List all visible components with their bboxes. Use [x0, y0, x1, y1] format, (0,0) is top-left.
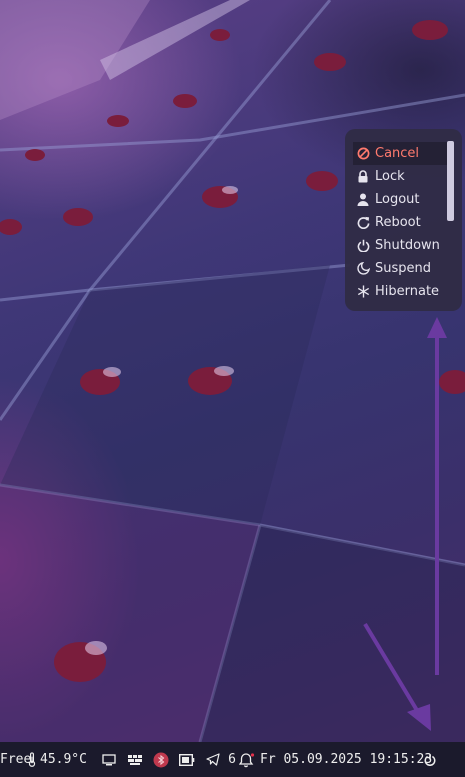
memory-free-label: Free: [0, 752, 32, 767]
power-menu: Cancel Lock Logout Reboot Shutdown Suspe…: [345, 129, 462, 311]
power-menu-item-hibernate[interactable]: Hibernate: [353, 280, 449, 303]
battery-icon[interactable]: [174, 753, 200, 766]
bluetooth-icon[interactable]: [148, 752, 174, 768]
power-menu-item-label: Lock: [375, 169, 405, 184]
power-icon: [356, 239, 370, 253]
reboot-icon: [356, 216, 370, 230]
power-menu-item-shutdown[interactable]: Shutdown: [353, 234, 449, 257]
power-icon[interactable]: [418, 753, 442, 766]
display-icon[interactable]: [96, 753, 122, 766]
cancel-icon: [356, 147, 370, 161]
keyboard-layout-icon[interactable]: [122, 754, 148, 766]
moon-icon: [356, 262, 370, 276]
power-menu-item-label: Shutdown: [375, 238, 440, 253]
power-menu-item-label: Hibernate: [375, 284, 440, 299]
bottom-panel: Free 45.9°C 6 Fr 05.09.2025 19:15:23: [0, 742, 465, 777]
power-menu-item-label: Cancel: [375, 146, 420, 161]
power-menu-item-logout[interactable]: Logout: [353, 188, 449, 211]
desktop-wallpaper: [0, 0, 465, 742]
bell-icon[interactable]: [236, 752, 258, 768]
notification-count[interactable]: 6: [226, 752, 236, 767]
power-menu-item-reboot[interactable]: Reboot: [353, 211, 449, 234]
clock-datetime[interactable]: Fr 05.09.2025 19:15:23: [258, 752, 432, 767]
power-menu-item-label: Reboot: [375, 215, 421, 230]
lock-icon: [356, 170, 370, 184]
power-menu-item-suspend[interactable]: Suspend: [353, 257, 449, 280]
snowflake-icon: [356, 285, 370, 299]
thermometer-icon: [24, 752, 40, 767]
power-menu-item-lock[interactable]: Lock: [353, 165, 449, 188]
power-menu-scrollbar[interactable]: [447, 141, 454, 221]
power-menu-item-label: Suspend: [375, 261, 432, 276]
user-icon: [356, 193, 370, 207]
power-menu-item-label: Logout: [375, 192, 420, 207]
cpu-temperature[interactable]: 45.9°C: [40, 752, 96, 767]
power-menu-item-cancel[interactable]: Cancel: [353, 142, 449, 165]
telegram-icon[interactable]: [200, 753, 226, 766]
